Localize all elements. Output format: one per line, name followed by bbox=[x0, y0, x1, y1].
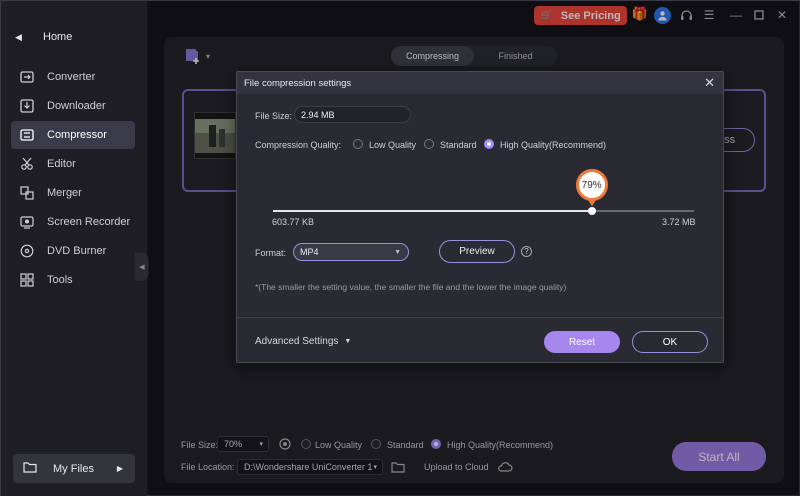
sidebar-item-compressor[interactable]: Compressor bbox=[11, 121, 135, 149]
dvd-burner-icon bbox=[19, 243, 35, 259]
downloader-icon bbox=[19, 98, 35, 114]
ok-button[interactable]: OK bbox=[632, 331, 708, 353]
format-value: MP4 bbox=[300, 247, 319, 257]
radio-low-quality[interactable] bbox=[353, 139, 363, 149]
slider-max-label: 3.72 MB bbox=[662, 217, 696, 227]
sidebar-item-editor[interactable]: Editor bbox=[11, 150, 135, 178]
reset-button[interactable]: Reset bbox=[544, 331, 620, 353]
sidebar-collapse-handle[interactable]: ◀ bbox=[135, 253, 149, 281]
sidebar-item-label: DVD Burner bbox=[47, 245, 107, 257]
sidebar-item-converter[interactable]: Converter bbox=[11, 63, 135, 91]
compression-quality-label: Compression Quality: bbox=[255, 140, 342, 150]
folder-icon bbox=[23, 461, 37, 476]
radio-high-quality-label: High Quality(Recommend) bbox=[500, 140, 607, 150]
radio-standard-label: Standard bbox=[440, 140, 477, 150]
sidebar-item-tools[interactable]: Tools bbox=[11, 266, 135, 294]
sidebar-item-label: Downloader bbox=[47, 100, 106, 112]
sidebar-item-label: Compressor bbox=[47, 129, 107, 141]
sidebar-item-label: Merger bbox=[47, 187, 82, 199]
my-files-label: My Files bbox=[53, 462, 94, 475]
quality-slider-thumb[interactable] bbox=[587, 207, 596, 215]
sidebar-item-downloader[interactable]: Downloader bbox=[11, 92, 135, 120]
help-icon[interactable]: ? bbox=[521, 246, 532, 257]
dialog-file-size-value: 2.94 MB bbox=[301, 109, 335, 120]
advanced-settings-toggle[interactable]: Advanced Settings ▼ bbox=[255, 336, 351, 347]
screen-recorder-icon bbox=[19, 214, 35, 230]
sidebar-item-label: Converter bbox=[47, 71, 96, 83]
caret-down-icon: ▼ bbox=[344, 338, 352, 345]
sidebar-nav: Converter Downloader Compressor Editor M… bbox=[11, 63, 135, 295]
chevron-right-icon: ▶ bbox=[116, 464, 123, 473]
chevron-left-icon: ◀ bbox=[15, 31, 22, 42]
radio-high-quality[interactable] bbox=[484, 139, 494, 149]
sidebar-item-merger[interactable]: Merger bbox=[11, 179, 135, 207]
merger-icon bbox=[19, 185, 35, 201]
close-icon[interactable]: ✕ bbox=[704, 75, 715, 91]
dialog-header: File compression settings ✕ bbox=[237, 72, 723, 94]
sidebar-item-label: Editor bbox=[47, 158, 76, 170]
format-label: Format: bbox=[255, 248, 287, 258]
home-label: Home bbox=[43, 31, 73, 43]
dialog-file-size-field[interactable]: 2.94 MB bbox=[294, 106, 411, 123]
dialog-divider bbox=[237, 317, 723, 318]
app-window: ◀ Home Converter Downloader Compressor E… bbox=[0, 0, 800, 496]
quality-percent-bubble: 79% bbox=[575, 169, 608, 206]
sidebar-item-dvd-burner[interactable]: DVD Burner bbox=[11, 237, 135, 265]
slider-min-label: 603.77 KB bbox=[272, 217, 315, 227]
converter-icon bbox=[19, 69, 35, 85]
chevron-down-icon: ▼ bbox=[394, 248, 401, 256]
compressor-icon bbox=[19, 127, 35, 143]
sidebar-item-screen-recorder[interactable]: Screen Recorder bbox=[11, 208, 135, 236]
quality-note: *(The smaller the setting value, the sma… bbox=[255, 282, 567, 292]
dialog-title: File compression settings bbox=[244, 77, 352, 89]
sidebar-item-label: Screen Recorder bbox=[47, 216, 131, 228]
tools-icon bbox=[19, 272, 35, 288]
quality-slider-fill bbox=[273, 210, 592, 212]
sidebar-item-label: Tools bbox=[47, 274, 73, 286]
radio-low-quality-label: Low Quality bbox=[369, 140, 417, 150]
preview-button[interactable]: Preview bbox=[439, 240, 515, 263]
advanced-settings-label: Advanced Settings bbox=[255, 336, 339, 347]
dialog-file-size-label: File Size: bbox=[255, 111, 293, 121]
editor-icon bbox=[19, 156, 35, 172]
format-select[interactable]: MP4 ▼ bbox=[293, 243, 409, 261]
quality-percent-label: 79% bbox=[581, 179, 602, 191]
sidebar: ◀ Home Converter Downloader Compressor E… bbox=[1, 1, 147, 496]
home-link[interactable]: ◀ Home bbox=[15, 31, 72, 43]
radio-standard[interactable] bbox=[424, 139, 434, 149]
my-files-button[interactable]: My Files ▶ bbox=[13, 454, 135, 483]
